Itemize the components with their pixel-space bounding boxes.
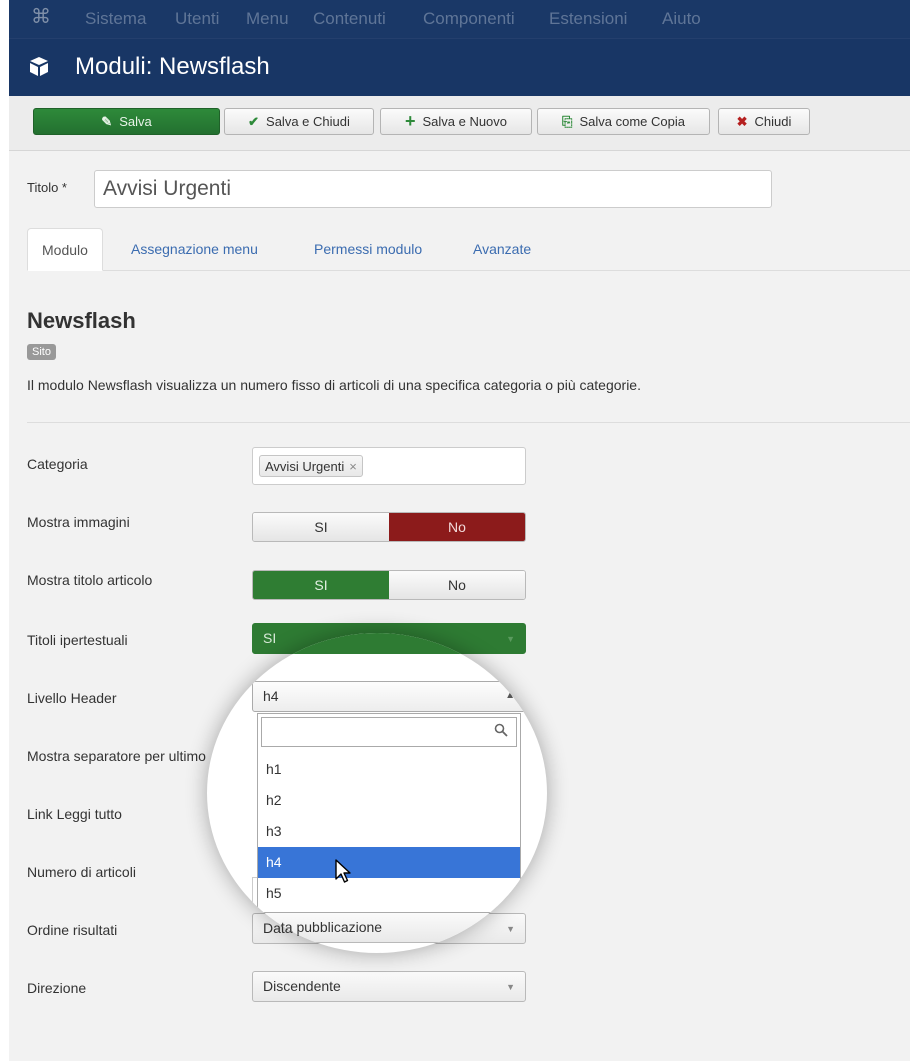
menu-menu[interactable]: Menu (246, 9, 289, 29)
chevron-up-icon: ▲ (505, 690, 515, 701)
tab-modulo[interactable]: Modulo (27, 228, 103, 271)
plus-icon: + (404, 111, 416, 131)
app-frame: ⌘ Sistema Utenti Menu Contenuti Componen… (9, 0, 910, 1061)
category-input[interactable]: Avvisi Urgenti × (252, 447, 526, 485)
mostra-titolo-toggle: SI No (252, 570, 526, 600)
direzione-label: Direzione (27, 980, 87, 996)
remove-tag-icon[interactable]: × (349, 459, 357, 474)
dropdown-search-input[interactable] (261, 717, 517, 747)
dropdown-option-h2[interactable]: h2 (258, 785, 520, 816)
ordine-risultati-label: Ordine risultati (27, 922, 118, 938)
save-copy-button[interactable]: ⎘ Salva come Copia (537, 108, 710, 135)
save-new-button[interactable]: + Salva e Nuovo (380, 108, 532, 135)
module-description: Il modulo Newsflash visualizza un numero… (27, 377, 641, 393)
magnifier-overlay: Livello Header Mostra separatore per ult… (207, 633, 547, 953)
close-button[interactable]: ✖ Chiudi (718, 108, 810, 135)
chevron-down-icon: ▼ (506, 923, 515, 933)
numero-articoli-label: Numero di articoli (27, 864, 136, 880)
page-title: Moduli: Newsflash (75, 53, 270, 80)
titoli-ipertestuali-select-zoomed (252, 633, 526, 654)
save-button-label: Salva (119, 114, 152, 129)
title-input[interactable]: Avvisi Urgenti (94, 170, 772, 208)
ordine-risultati-value-zoomed: Data pubblicazione (263, 919, 383, 935)
menu-aiuto[interactable]: Aiuto (662, 9, 701, 29)
tab-avanzate[interactable]: Avanzate (473, 228, 531, 270)
menu-contenuti[interactable]: Contenuti (313, 9, 386, 29)
menu-estensioni[interactable]: Estensioni (549, 9, 627, 29)
top-menubar: ⌘ Sistema Utenti Menu Contenuti Componen… (9, 0, 910, 38)
mostra-immagini-label: Mostra immagini (27, 514, 130, 530)
mostra-immagini-toggle: SI No (252, 512, 526, 542)
menu-sistema[interactable]: Sistema (85, 9, 146, 29)
dropdown-option-h1[interactable]: h1 (258, 754, 520, 785)
dropdown-option-h3[interactable]: h3 (258, 816, 520, 847)
livello-header-label: Livello Header (27, 690, 117, 706)
title-label: Titolo * (27, 180, 67, 195)
site-badge: Sito (27, 344, 56, 360)
tab-permessi-modulo[interactable]: Permessi modulo (314, 228, 422, 270)
mostra-titolo-yes[interactable]: SI (253, 571, 389, 599)
livello-header-select[interactable]: h4 ▲ (252, 681, 526, 712)
dropdown-option-h5[interactable]: h5 (258, 878, 520, 909)
copy-icon: ⎘ (562, 113, 573, 129)
module-heading: Newsflash (27, 308, 136, 333)
magnifier-content: Livello Header Mostra separatore per ult… (207, 633, 547, 953)
livello-header-dropdown: h1 h2 h3 h4 h5 (257, 713, 521, 913)
dropdown-option-h4[interactable]: h4 (258, 847, 520, 878)
link-leggi-tutto-label: Link Leggi tutto (27, 806, 122, 822)
edit-icon: ✎ (101, 113, 113, 129)
menu-componenti[interactable]: Componenti (423, 9, 515, 29)
check-icon: ✔ (248, 113, 260, 129)
tab-assegnazione-menu[interactable]: Assegnazione menu (131, 228, 258, 270)
menu-utenti[interactable]: Utenti (175, 9, 219, 29)
mostra-titolo-label: Mostra titolo articolo (27, 572, 153, 588)
joomla-logo-icon[interactable]: ⌘ (31, 6, 53, 28)
ordine-risultati-select-zoomed[interactable]: Data pubblicazione ▼ (252, 912, 526, 943)
categoria-label: Categoria (27, 456, 88, 472)
toolbar: ✎ Salva ✔ Salva e Chiudi + Salva e Nuovo… (9, 96, 910, 151)
chevron-down-icon: ▼ (506, 982, 515, 992)
mostra-titolo-no[interactable]: No (389, 571, 525, 599)
mostra-immagini-yes[interactable]: SI (253, 513, 389, 541)
divider (27, 422, 910, 423)
mostra-immagini-no[interactable]: No (389, 513, 525, 541)
category-tag-label: Avvisi Urgenti (265, 458, 345, 474)
direzione-select[interactable]: Discendente ▼ (252, 971, 526, 1002)
mouse-cursor-icon (335, 859, 351, 883)
save-button[interactable]: ✎ Salva (33, 108, 220, 135)
close-circle-icon: ✖ (736, 113, 748, 129)
save-close-button[interactable]: ✔ Salva e Chiudi (224, 108, 374, 135)
titoli-ipertestuali-label: Titoli ipertestuali (27, 632, 128, 648)
category-tag: Avvisi Urgenti × (259, 455, 363, 477)
tab-bar: Modulo Assegnazione menu Permessi modulo… (27, 228, 910, 271)
save-new-label: Salva e Nuovo (422, 114, 508, 129)
livello-header-value: h4 (263, 688, 279, 704)
mostra-separatore-label: Mostra separatore per ultimo (27, 748, 206, 764)
save-close-label: Salva e Chiudi (266, 114, 350, 129)
search-icon (494, 723, 508, 737)
close-label: Chiudi (754, 114, 792, 129)
direzione-value: Discendente (263, 978, 341, 994)
page-header: Moduli: Newsflash (9, 38, 910, 97)
save-copy-label: Salva come Copia (579, 114, 685, 129)
cube-icon (30, 57, 48, 76)
